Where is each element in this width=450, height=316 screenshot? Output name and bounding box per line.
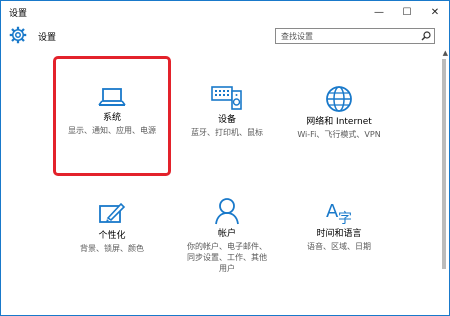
search-input[interactable]: 查找设置 xyxy=(275,28,435,44)
person-icon xyxy=(215,198,239,225)
tile-name: 帐户 xyxy=(217,229,236,239)
gear-icon xyxy=(9,26,27,44)
tile-network[interactable]: 网络和 Internet Wi-Fi、飞行模式、VPN xyxy=(279,85,399,140)
tile-description: 语音、区域、日期 xyxy=(307,242,371,251)
tile-personalization[interactable]: 个性化 背景、锁屏、颜色 xyxy=(52,201,172,254)
svg-text:字: 字 xyxy=(338,211,352,225)
page-title: 设置 xyxy=(38,33,57,43)
highlight-frame xyxy=(53,56,171,176)
scrollbar[interactable]: ▲ xyxy=(439,49,449,315)
window-title: 设置 xyxy=(9,9,28,19)
globe-icon xyxy=(326,86,352,112)
maximize-button[interactable]: ☐ xyxy=(393,1,421,25)
tile-description: 你的帐户、电子邮件、同步设置、工作、其他用户 xyxy=(187,242,267,273)
scrollbar-thumb[interactable] xyxy=(442,59,446,269)
tile-name: 个性化 xyxy=(98,231,126,241)
devices-icon xyxy=(211,86,242,110)
tile-name: 设备 xyxy=(217,115,236,125)
scroll-up-icon[interactable]: ▲ xyxy=(443,49,448,57)
tile-devices[interactable]: 设备 蓝牙、打印机、鼠标 xyxy=(167,85,287,138)
close-button[interactable]: ✕ xyxy=(421,1,449,25)
tile-name: 网络和 Internet xyxy=(306,117,372,127)
settings-window: 设置 — ☐ ✕ 设置 查找设置 ▲ 系统 显示、通知、应用、电源 设备 蓝牙、… xyxy=(0,0,450,316)
tile-description: Wi-Fi、飞行模式、VPN xyxy=(297,130,381,139)
title-bar[interactable]: 设置 — ☐ ✕ xyxy=(1,1,449,25)
minimize-button[interactable]: — xyxy=(365,1,393,25)
tile-name: 时间和语言 xyxy=(316,229,362,239)
settings-header: 设置 查找设置 xyxy=(1,25,449,49)
tile-description: 蓝牙、打印机、鼠标 xyxy=(191,128,263,137)
tile-time-language[interactable]: A 字 时间和语言 语音、区域、日期 xyxy=(279,197,399,252)
time-language-icon: A 字 xyxy=(326,201,352,225)
search-placeholder: 查找设置 xyxy=(281,32,313,41)
tile-accounts[interactable]: 帐户 你的帐户、电子邮件、同步设置、工作、其他用户 xyxy=(167,197,287,274)
search-icon[interactable] xyxy=(421,31,431,41)
tile-description: 背景、锁屏、颜色 xyxy=(80,244,144,253)
personalization-icon xyxy=(99,202,126,223)
